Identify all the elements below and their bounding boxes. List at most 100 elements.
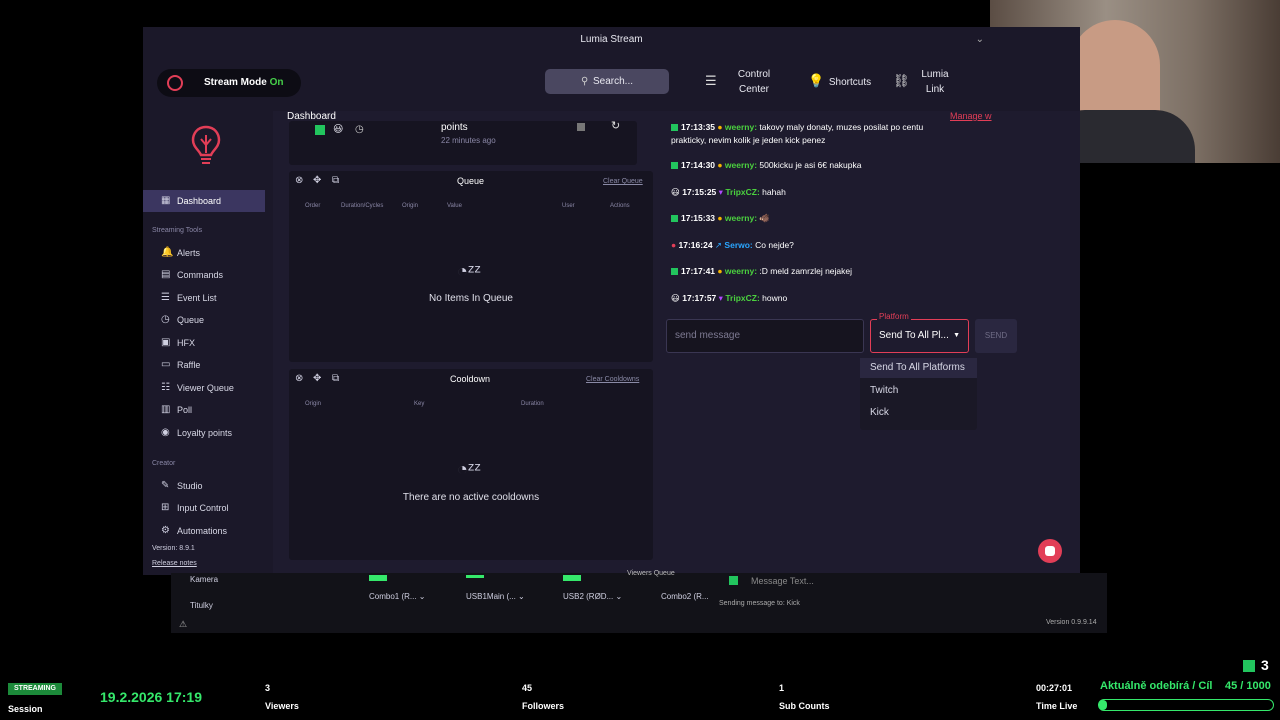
kick-count: 3 bbox=[1261, 657, 1269, 673]
close-icon[interactable]: ⊗ bbox=[295, 373, 303, 384]
obs-version: Version 0.9.9.14 bbox=[1046, 619, 1097, 626]
sidebar-item-automations[interactable]: ⚙ Automations bbox=[143, 520, 265, 542]
stop-icon[interactable] bbox=[577, 123, 585, 131]
send-button[interactable]: SEND bbox=[975, 319, 1017, 353]
clear-queue-button[interactable]: Clear Queue bbox=[603, 178, 643, 185]
stream-mode-label: Stream Mode bbox=[204, 77, 267, 88]
option-twitch[interactable]: Twitch bbox=[870, 385, 898, 396]
subs-label: Sub Counts bbox=[779, 701, 830, 711]
mixer-usb1[interactable]: USB1Main (... ⌄ bbox=[466, 592, 525, 601]
viewers-icon: ☷ bbox=[161, 382, 170, 393]
refresh-icon[interactable]: ↻ bbox=[611, 119, 620, 132]
app-version: Version: 8.9.1 bbox=[152, 545, 195, 552]
session-datetime: 19.2.2026 17:19 bbox=[100, 689, 202, 705]
sidebar-item-dashboard[interactable]: ▦ Dashboard bbox=[143, 190, 265, 212]
message-user: Serwo: bbox=[724, 240, 753, 250]
lumia-window: Lumia Stream ⌄ Stream Mode On ⚲ Search..… bbox=[143, 27, 1080, 575]
column-header: Actions bbox=[610, 203, 630, 209]
move-icon[interactable]: ✥ bbox=[313, 373, 321, 384]
shortcuts-button[interactable]: Shortcuts bbox=[825, 75, 875, 90]
gamepad-icon: ⊞ bbox=[161, 502, 170, 513]
column-header: Value bbox=[447, 203, 462, 209]
platform-dropdown: Send To All Platforms Twitch Kick bbox=[860, 358, 977, 430]
badge-icon: ↗ bbox=[714, 240, 723, 250]
grid-icon: ▦ bbox=[161, 195, 171, 206]
window-title: Lumia Stream bbox=[580, 34, 643, 45]
option-all-platforms[interactable]: Send To All Platforms bbox=[870, 362, 965, 373]
sidebar-item-input-control[interactable]: ⊞ Input Control bbox=[143, 497, 265, 519]
column-header: Origin bbox=[402, 203, 419, 209]
sidebar-item-label: Raffle bbox=[177, 360, 201, 370]
stream-mode-state: On bbox=[269, 77, 284, 88]
sleep-icon: ◔ᶻᶻ bbox=[457, 459, 481, 479]
message-time: 17:17:41 bbox=[681, 266, 716, 276]
commands-icon: ▤ bbox=[161, 269, 171, 280]
film-icon: ▣ bbox=[161, 337, 171, 348]
column-header: Duration bbox=[521, 401, 544, 407]
queue-empty-message: No Items In Queue bbox=[429, 293, 513, 304]
sidebar-item-queue[interactable]: ◷ Queue bbox=[143, 309, 265, 331]
sidebar-item-label: Input Control bbox=[177, 503, 229, 513]
sidebar-item-raffle[interactable]: ▭ Raffle bbox=[143, 354, 265, 376]
sidebar-item-alerts[interactable]: 🔔 Alerts bbox=[143, 242, 265, 264]
search-button[interactable]: ⚲ Search... bbox=[545, 69, 669, 94]
event-time: 22 minutes ago bbox=[441, 136, 496, 145]
avatar: 😃 bbox=[333, 124, 344, 135]
close-icon[interactable]: ⊗ bbox=[295, 175, 303, 186]
sidebar-item-studio[interactable]: ✎ Studio bbox=[143, 475, 265, 497]
sidebar-item-hfx[interactable]: ▣ HFX bbox=[143, 332, 265, 354]
sidebar-item-poll[interactable]: ▥ Poll bbox=[143, 399, 265, 421]
badge-icon: ▾ bbox=[718, 293, 723, 303]
message-time: 17:14:30 bbox=[681, 160, 716, 170]
stream-mode-toggle[interactable]: Stream Mode On bbox=[157, 69, 301, 97]
chat-message: ● 17:16:24 ↗ Serwo: Co nejde? bbox=[671, 239, 794, 252]
message-text: hahah bbox=[762, 187, 786, 197]
control-center-button[interactable]: Control Center bbox=[733, 67, 775, 97]
followers-label: Followers bbox=[522, 701, 565, 711]
popout-icon[interactable]: ⧉ bbox=[332, 175, 339, 186]
option-kick[interactable]: Kick bbox=[870, 407, 889, 418]
mixer-combo1[interactable]: Combo1 (R... ⌄ bbox=[369, 592, 426, 601]
sidebar-item-label: Poll bbox=[177, 405, 193, 415]
column-header: User bbox=[562, 203, 575, 209]
obs-message-input[interactable]: Message Text... bbox=[751, 576, 814, 586]
source-item[interactable]: Kamera bbox=[190, 575, 218, 584]
mixer-combo2[interactable]: Combo2 (R... bbox=[661, 592, 709, 601]
chevron-down-icon[interactable]: ⌄ bbox=[976, 27, 984, 53]
popout-icon[interactable]: ⧉ bbox=[332, 373, 339, 384]
chat-message-input[interactable]: send message bbox=[666, 319, 864, 353]
lightbulb-icon: 💡 bbox=[808, 73, 825, 88]
source-item[interactable]: Titulky bbox=[190, 601, 213, 610]
column-header: Key bbox=[414, 401, 425, 407]
column-header: Origin bbox=[305, 401, 322, 407]
chat-fab-button[interactable] bbox=[1038, 539, 1062, 563]
sidebar-item-commands[interactable]: ▤ Commands bbox=[143, 264, 265, 286]
move-icon[interactable]: ✥ bbox=[313, 175, 321, 186]
message-text: takovy maly donaty, muzes posilat po cen… bbox=[759, 122, 924, 132]
message-text: howno bbox=[762, 293, 788, 303]
live-time-label: Time Live bbox=[1036, 701, 1078, 711]
sidebar-item-viewer-queue[interactable]: ☷ Viewer Queue bbox=[143, 377, 265, 399]
kick-icon bbox=[671, 268, 678, 276]
sidebar-item-event-list[interactable]: ☰ Event List bbox=[143, 287, 265, 309]
sidebar-item-loyalty-points[interactable]: ◉ Loyalty points bbox=[143, 422, 265, 444]
brush-icon: ✎ bbox=[161, 480, 170, 491]
title-bar: Lumia Stream ⌄ bbox=[143, 27, 1080, 53]
clear-cooldowns-button[interactable]: Clear Cooldowns bbox=[586, 376, 639, 383]
viewers-queue-label: Viewers Queue bbox=[627, 570, 675, 577]
sidebar-item-label: Event List bbox=[177, 293, 217, 303]
badge-icon: ▾ bbox=[718, 187, 723, 197]
lumia-logo-icon bbox=[167, 75, 183, 91]
search-icon: ⚲ bbox=[581, 76, 589, 87]
column-header: Duration/Cycles bbox=[341, 203, 384, 209]
avatar: ● bbox=[671, 240, 677, 250]
coin-icon: ● bbox=[717, 213, 723, 223]
control-center-line2: Center bbox=[738, 84, 769, 95]
sidebar-item-label: Queue bbox=[177, 315, 205, 325]
lumia-link-button[interactable]: Lumia Link bbox=[915, 67, 955, 97]
platform-select[interactable]: Platform Send To All Pl... ▼ bbox=[870, 312, 969, 353]
release-notes-link[interactable]: Release notes bbox=[152, 560, 197, 567]
mixer-usb2[interactable]: USB2 (RØD... ⌄ bbox=[563, 592, 622, 601]
manage-link[interactable]: Manage w bbox=[950, 111, 992, 121]
avatar: 😃 bbox=[671, 293, 680, 303]
